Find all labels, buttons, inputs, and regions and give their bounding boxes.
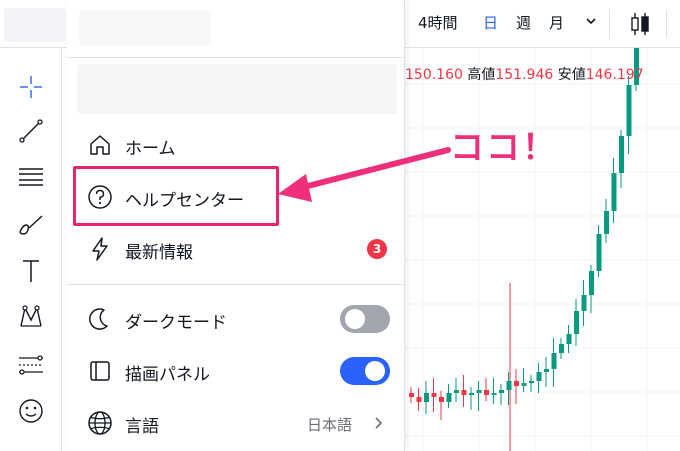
home-icon — [90, 135, 110, 155]
fib-tool[interactable] — [14, 160, 48, 194]
toggle-knob — [345, 309, 365, 329]
candle-body — [559, 344, 564, 353]
candle-body — [574, 311, 579, 334]
menu-item-dark-mode[interactable]: ダークモード — [67, 296, 405, 342]
symbol-search-blurred[interactable] — [4, 8, 66, 42]
projection-icon — [19, 355, 43, 375]
candle-body — [611, 173, 617, 211]
candle-body — [409, 393, 414, 397]
chevron-down-icon[interactable] — [584, 14, 598, 28]
brush-tool[interactable] — [14, 208, 48, 242]
candle-body — [461, 390, 467, 395]
high-value: 151.946 — [495, 67, 554, 83]
candle-body — [499, 390, 504, 393]
notification-badge: 3 — [367, 239, 387, 259]
candlestick-icon[interactable] — [630, 10, 650, 38]
candle-body — [439, 397, 444, 402]
candle-body — [454, 390, 459, 393]
menu-item-language[interactable]: 言語 日本語 — [67, 400, 405, 446]
crosshair-tool[interactable] — [14, 70, 48, 104]
price-chart[interactable] — [405, 48, 680, 451]
text-tool[interactable] — [14, 254, 48, 288]
lightning-icon — [92, 237, 108, 261]
menu-item-label: 言語 — [125, 417, 159, 437]
menu-item-label: 描画パネル — [125, 365, 210, 385]
candle-body — [566, 334, 572, 344]
low-label: 安値 — [557, 67, 586, 83]
smiley-icon — [19, 399, 43, 423]
brush-icon — [19, 215, 43, 235]
interval-day-button[interactable]: 日 — [483, 12, 498, 33]
ohlc-legend: 150.160 高値151.946 安値146.197 — [405, 64, 644, 84]
interval-4h-button[interactable]: 4時間 — [418, 12, 458, 33]
globe-icon — [88, 411, 112, 435]
menu-item-label: ダークモード — [125, 313, 227, 333]
annotation-arrow-icon — [278, 147, 451, 202]
menu-divider — [67, 284, 405, 285]
candle-body — [521, 383, 527, 386]
text-icon — [23, 260, 39, 282]
candle-body — [424, 393, 429, 402]
drawing-toolbar — [0, 48, 62, 451]
candle-body — [431, 393, 437, 397]
pattern-tool[interactable] — [14, 300, 48, 334]
candle-body — [446, 393, 452, 402]
candle-body — [491, 393, 497, 395]
toggle-knob — [365, 361, 385, 381]
crosshair-icon — [20, 76, 42, 98]
candle-body — [536, 372, 542, 381]
moon-icon — [89, 308, 108, 330]
menu-item-label: 最新情報 — [125, 243, 193, 263]
dark-mode-toggle[interactable] — [340, 305, 390, 333]
main-menu-panel: ホーム ヘルプセンター 最新情報 3 ダークモード 描画パネル 言語 日本語 — [67, 0, 405, 451]
user-profile-blurred[interactable] — [77, 64, 397, 114]
high-label: 高値 — [467, 67, 496, 83]
candle-body — [589, 271, 594, 295]
pattern-icon — [20, 305, 42, 327]
candle-body — [596, 234, 602, 271]
candle-body — [544, 369, 549, 372]
menu-item-label: ヘルプセンター — [125, 191, 244, 211]
language-value: 日本語 — [307, 416, 353, 434]
low-value: 146.197 — [585, 67, 644, 83]
menu-item-label: ホーム — [125, 139, 176, 159]
candle-body — [551, 353, 557, 369]
toolbar-divider — [609, 10, 610, 38]
candle-body — [416, 397, 422, 402]
candle-body — [604, 211, 609, 234]
emoji-tool[interactable] — [14, 394, 48, 428]
open-value: 150.160 — [405, 67, 463, 83]
question-circle-icon — [88, 185, 112, 209]
forecast-tool[interactable] — [14, 348, 48, 382]
candle-body — [529, 381, 534, 383]
trend-line-icon — [19, 119, 43, 143]
candle-body — [626, 85, 632, 136]
panel-icon — [90, 361, 110, 381]
menu-divider — [67, 57, 405, 58]
menu-header-blurred — [79, 10, 211, 46]
toolbar-divider — [666, 10, 667, 38]
candle-body — [484, 390, 489, 395]
candle-body — [619, 136, 624, 173]
menu-item-drawing-panel[interactable]: 描画パネル — [67, 348, 405, 394]
candle-body — [476, 390, 482, 393]
horizontal-lines-icon — [19, 168, 43, 186]
interval-month-button[interactable]: 月 — [549, 12, 564, 33]
menu-item-whats-new[interactable]: 最新情報 3 — [67, 226, 405, 272]
annotation-text: ココ！ — [450, 128, 558, 168]
interval-week-button[interactable]: 週 — [516, 12, 531, 33]
trend-line-tool[interactable] — [14, 114, 48, 148]
chevron-right-icon — [375, 417, 383, 429]
candle-body — [506, 381, 512, 390]
drawing-panel-toggle[interactable] — [340, 357, 390, 385]
candle-body — [469, 393, 474, 395]
candle-body — [581, 295, 587, 311]
candle-body — [514, 381, 519, 386]
